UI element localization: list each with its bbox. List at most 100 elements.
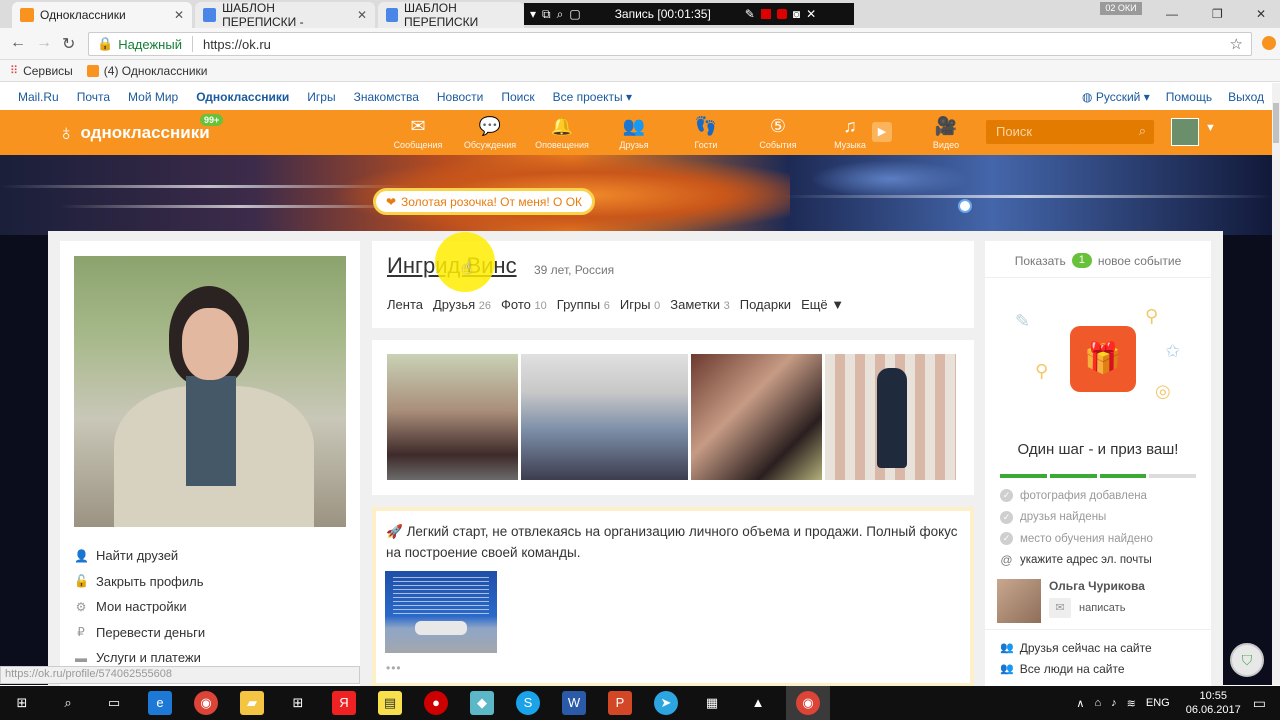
- search-icon[interactable]: ⌕: [56, 691, 80, 715]
- menu-find-friends[interactable]: 👤 Найти друзей: [74, 543, 205, 569]
- page-scrollbar[interactable]: [1272, 83, 1280, 685]
- skype-icon[interactable]: S: [516, 691, 540, 715]
- clock[interactable]: 10:55 06.06.2017: [1186, 689, 1241, 717]
- sticky-notes-icon[interactable]: ▤: [378, 691, 402, 715]
- bookmark-apps[interactable]: ⠿ Сервисы: [10, 64, 73, 78]
- forward-icon[interactable]: →: [36, 34, 52, 52]
- gold-rose-badge[interactable]: ❤ Золотая розочка! От меня! О ОК: [373, 188, 595, 215]
- notifications-icon[interactable]: ▭: [1253, 695, 1266, 712]
- search-icon[interactable]: ⌕: [1139, 123, 1146, 139]
- record-icon[interactable]: ●: [424, 691, 448, 715]
- recorder-menu-icon[interactable]: ▾: [530, 7, 536, 21]
- extension-icon[interactable]: [1262, 36, 1276, 50]
- powerpoint-icon[interactable]: P: [608, 691, 632, 715]
- link-all-people[interactable]: 👥 Все люди на сайте: [1000, 658, 1152, 679]
- photo-thumbnail[interactable]: [825, 354, 956, 480]
- bookmark-star-icon[interactable]: ☆: [1230, 35, 1243, 53]
- tab-odnoklassniki[interactable]: Одноклассники ✕: [12, 2, 192, 28]
- photo-thumbnail[interactable]: [387, 354, 518, 480]
- region-icon[interactable]: ▢: [569, 7, 580, 21]
- tab-friends[interactable]: Друзья 26: [433, 297, 491, 312]
- tab-photos[interactable]: Фото 10: [501, 297, 547, 312]
- secure-indicator[interactable]: 🔒 Надежный: [97, 36, 182, 52]
- url-text[interactable]: https://ok.ru: [203, 37, 271, 52]
- portal-link-all-projects[interactable]: Все проекты ▾: [553, 90, 632, 104]
- telegram-icon[interactable]: ➤: [654, 691, 678, 715]
- folder-icon[interactable]: ▰: [240, 691, 264, 715]
- language-select[interactable]: ◍ Русский ▾: [1082, 90, 1150, 104]
- camera-icon[interactable]: ◙: [793, 7, 800, 21]
- minimize-icon[interactable]: —: [1166, 0, 1178, 28]
- portal-link-search[interactable]: Поиск: [501, 90, 534, 104]
- user-avatar[interactable]: [1171, 118, 1199, 146]
- photos-icon[interactable]: ▲: [746, 691, 770, 715]
- nav-events[interactable]: ⑤ События: [742, 114, 814, 150]
- post-more-button[interactable]: •••: [386, 661, 402, 675]
- nav-discussions[interactable]: 💬 Обсуждения: [454, 114, 526, 150]
- ok-logo[interactable]: ♁ одноклассники 99+: [58, 114, 224, 146]
- task-view-icon[interactable]: ▭: [102, 691, 126, 715]
- link-friends-online[interactable]: 👥 Друзья сейчас на сайте: [1000, 637, 1152, 658]
- yandex-icon[interactable]: Я: [332, 691, 356, 715]
- chrome-icon[interactable]: ◉: [194, 691, 218, 715]
- wifi-icon[interactable]: ≋: [1127, 697, 1136, 710]
- maximize-icon[interactable]: ❐: [1212, 0, 1223, 28]
- chrome-active-icon[interactable]: ◉: [796, 691, 820, 715]
- nav-video[interactable]: 🎥 Видео: [910, 114, 982, 150]
- tab-feed[interactable]: Лента: [387, 297, 423, 312]
- profile-photo[interactable]: [74, 256, 346, 527]
- search-input[interactable]: Поиск ⌕: [986, 120, 1154, 144]
- keyboard-lang[interactable]: ENG: [1146, 697, 1170, 709]
- logout-link[interactable]: Выход: [1228, 90, 1264, 104]
- close-window-icon[interactable]: ✕: [1256, 0, 1266, 28]
- photo-thumbnail[interactable]: [521, 354, 688, 480]
- menu-close-profile[interactable]: 🔓 Закрыть профиль: [74, 569, 205, 595]
- menu-settings[interactable]: ⚙ Мои настройки: [74, 594, 205, 620]
- tray-expand-icon[interactable]: ∧: [1076, 697, 1084, 710]
- friend-name[interactable]: Ольга Чурикова: [1049, 579, 1145, 593]
- tab-template-1[interactable]: ШАБЛОН ПЕРЕПИСКИ - ✕: [195, 1, 375, 29]
- close-recorder-icon[interactable]: ✕: [806, 7, 816, 21]
- recorder-window-icon[interactable]: ⧉: [542, 7, 551, 22]
- show-new-events[interactable]: Показать 1 новое событие: [985, 253, 1211, 268]
- close-tab-icon[interactable]: ✕: [357, 8, 367, 22]
- tab-template-2[interactable]: ШАБЛОН ПЕРЕПИСКИ: [378, 1, 524, 29]
- step-email[interactable]: @ укажите адрес эл. почты: [1000, 550, 1153, 572]
- post-image[interactable]: [385, 571, 497, 653]
- tab-gifts[interactable]: Подарки: [740, 297, 791, 312]
- play-icon[interactable]: ▶: [872, 122, 892, 142]
- cover-edit-icon[interactable]: [958, 199, 972, 213]
- stop-icon[interactable]: [776, 9, 787, 19]
- app-icon[interactable]: ◆: [470, 691, 494, 715]
- nav-messages[interactable]: ✉ Сообщения: [382, 114, 454, 150]
- portal-link-mail[interactable]: Почта: [77, 90, 110, 104]
- shield-icon[interactable]: ⛉: [1230, 643, 1264, 677]
- reload-icon[interactable]: ↻: [62, 34, 75, 54]
- menu-transfer-money[interactable]: ₽ Перевести деньги: [74, 620, 205, 646]
- back-icon[interactable]: ←: [10, 34, 26, 52]
- edge-icon[interactable]: e: [148, 691, 172, 715]
- close-tab-icon[interactable]: ✕: [174, 8, 184, 22]
- photo-thumbnail[interactable]: [691, 354, 822, 480]
- volume-icon[interactable]: ♪: [1111, 697, 1117, 709]
- pen-icon[interactable]: ✎: [745, 7, 755, 21]
- portal-link-mailru[interactable]: Mail.Ru: [18, 90, 59, 104]
- omnibox[interactable]: 🔒 Надежный https://ok.ru ☆: [88, 32, 1252, 56]
- tab-more[interactable]: Ещё ▼: [801, 297, 844, 312]
- calculator-icon[interactable]: ▦: [700, 691, 724, 715]
- portal-link-games[interactable]: Игры: [307, 90, 335, 104]
- tab-games[interactable]: Игры 0: [620, 297, 660, 312]
- portal-link-moymir[interactable]: Мой Мир: [128, 90, 178, 104]
- store-icon[interactable]: ⊞: [286, 691, 310, 715]
- write-message-button[interactable]: ✉ написать: [1049, 598, 1125, 618]
- nav-notifications[interactable]: 🔔 Оповещения: [526, 114, 598, 150]
- tab-groups[interactable]: Группы 6: [557, 297, 610, 312]
- portal-link-dating[interactable]: Знакомства: [354, 90, 419, 104]
- word-icon[interactable]: W: [562, 691, 586, 715]
- profile-chip[interactable]: 02 ОКИ: [1100, 2, 1142, 15]
- chevron-down-icon[interactable]: ▼: [1205, 122, 1216, 134]
- bookmark-ok[interactable]: (4) Одноклассники: [86, 64, 208, 78]
- help-link[interactable]: Помощь: [1166, 90, 1212, 104]
- network-icon[interactable]: ⌂: [1094, 697, 1101, 709]
- portal-link-news[interactable]: Новости: [437, 90, 483, 104]
